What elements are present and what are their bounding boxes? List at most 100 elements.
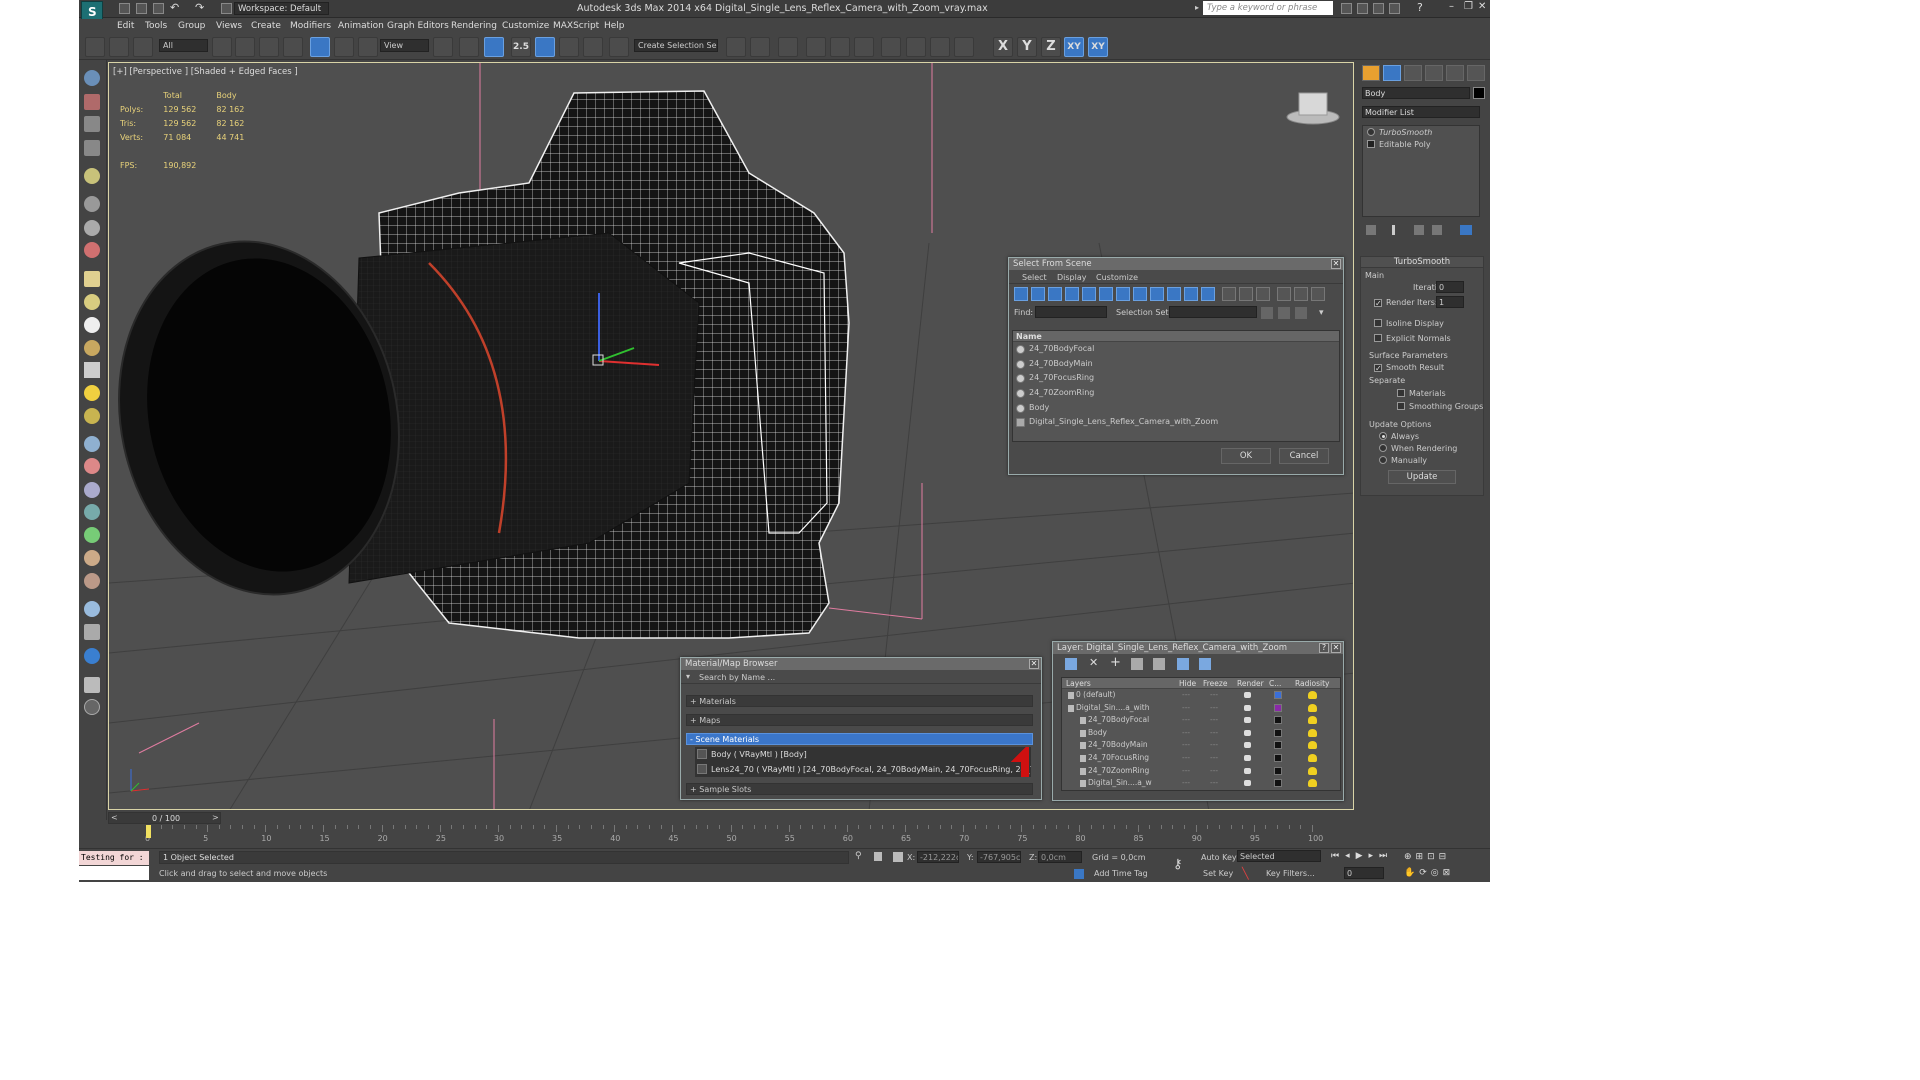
- maxscript-listener[interactable]: Testing for :: [79, 851, 149, 865]
- select-manipulate-icon[interactable]: [459, 37, 479, 57]
- toggle-ribbon-icon[interactable]: [806, 37, 826, 57]
- save-file-icon[interactable]: [153, 3, 164, 14]
- isolate-icon[interactable]: ⚲: [855, 851, 862, 861]
- container-icon[interactable]: [84, 70, 100, 86]
- set-key-button[interactable]: Set Key: [1203, 869, 1233, 878]
- layer-color-swatch[interactable]: [1274, 779, 1282, 788]
- column-chooser-icon[interactable]: [1311, 287, 1325, 301]
- audio-icon[interactable]: [84, 220, 100, 236]
- time-slider-marker[interactable]: [146, 825, 151, 838]
- list-item[interactable]: 24_70ZoomRing: [1013, 386, 1339, 401]
- update-when-rendering-radio[interactable]: When Rendering: [1379, 444, 1457, 453]
- help-icon[interactable]: ?: [1417, 1, 1423, 14]
- radiosity-icon[interactable]: [1308, 691, 1317, 699]
- edit-named-sets-icon[interactable]: [609, 37, 629, 57]
- layer-help-icon[interactable]: ?: [1319, 643, 1329, 653]
- motion-tab-icon[interactable]: [1425, 65, 1443, 81]
- create-tab-icon[interactable]: [1362, 65, 1380, 81]
- display-helpers-icon[interactable]: [1082, 287, 1096, 301]
- hide-toggle[interactable]: ---: [1182, 739, 1190, 751]
- mirror-icon[interactable]: [726, 37, 746, 57]
- restore-icon[interactable]: ❐: [1464, 1, 1473, 12]
- bind-spacewarp-icon[interactable]: [133, 37, 153, 57]
- project-folder-icon[interactable]: [221, 3, 232, 14]
- named-selection-dropdown[interactable]: Create Selection Se: [634, 39, 718, 52]
- box-icon[interactable]: [84, 271, 100, 287]
- select-objects-in-layer-icon[interactable]: [1131, 658, 1143, 670]
- filter-icon[interactable]: [1277, 287, 1291, 301]
- z-coordinate[interactable]: 0,0cm: [1038, 851, 1082, 863]
- iterations-spinner[interactable]: 0: [1436, 281, 1464, 293]
- freeze-unfreeze-all-icon[interactable]: [1199, 658, 1211, 670]
- schematic-view-icon[interactable]: [854, 37, 874, 57]
- cancel-button[interactable]: Cancel: [1279, 448, 1329, 464]
- col-freeze[interactable]: Freeze: [1203, 678, 1227, 689]
- col-hide[interactable]: Hide: [1179, 678, 1196, 689]
- show-end-result-icon[interactable]: [1392, 225, 1395, 235]
- update-always-radio[interactable]: Always: [1379, 432, 1419, 441]
- col-render[interactable]: Render: [1237, 678, 1264, 689]
- display-hidden-icon[interactable]: [1201, 287, 1215, 301]
- hide-toggle[interactable]: ---: [1182, 714, 1190, 726]
- list-item[interactable]: 24_70BodyMain: [1013, 357, 1339, 372]
- time-tag-icon[interactable]: [1074, 869, 1084, 879]
- x-coordinate[interactable]: -212,222cm: [917, 851, 959, 863]
- sfs-menu-customize[interactable]: Customize: [1096, 273, 1138, 282]
- list-item[interactable]: 24_70FocusRing: [1013, 371, 1339, 386]
- render-teapot-icon[interactable]: [1244, 754, 1251, 761]
- display-spacewarps-icon[interactable]: [1099, 287, 1113, 301]
- material-search-input[interactable]: Search by Name ...: [699, 673, 775, 682]
- key-filters-button[interactable]: Key Filters...: [1266, 869, 1315, 878]
- camera-icon[interactable]: [84, 196, 100, 212]
- delete-layer-icon[interactable]: ✕: [1089, 656, 1098, 669]
- layer-explorer-icon[interactable]: [778, 37, 798, 57]
- percent-snap-icon[interactable]: [559, 37, 579, 57]
- star-icon[interactable]: [1389, 3, 1400, 14]
- render-iters-checkbox[interactable]: ✓ Render Iters:: [1374, 298, 1438, 308]
- highlight-selected-icon[interactable]: [1153, 658, 1165, 670]
- create-layer-icon[interactable]: [1065, 658, 1077, 670]
- layer-row[interactable]: Digital_Sin....a_w --- ---: [1062, 777, 1340, 790]
- turbosmooth-rollout-title[interactable]: TurboSmooth: [1361, 257, 1483, 268]
- menu-rendering[interactable]: Rendering: [451, 21, 497, 31]
- material-editor-icon[interactable]: [881, 37, 901, 57]
- particles-icon[interactable]: [84, 436, 100, 452]
- menu-edit[interactable]: Edit: [117, 21, 134, 31]
- object-color-swatch[interactable]: [1473, 87, 1485, 99]
- stack-item-editable-poly[interactable]: Editable Poly: [1367, 140, 1431, 149]
- hide-toggle[interactable]: ---: [1182, 689, 1190, 701]
- scene-explorer-icon[interactable]: [84, 94, 100, 110]
- community-icon[interactable]: [1357, 3, 1368, 14]
- teapot-icon[interactable]: [84, 408, 100, 424]
- pan-orbit-controls[interactable]: ✋⟳◎⊠: [1404, 868, 1454, 878]
- freeze-toggle[interactable]: ---: [1210, 689, 1218, 701]
- key-icon[interactable]: ⚷: [1173, 857, 1183, 872]
- dialog-close-icon[interactable]: ✕: [1331, 259, 1341, 269]
- layer-row[interactable]: 24_70FocusRing --- ---: [1062, 752, 1340, 765]
- utilities-tab-icon[interactable]: [1467, 65, 1485, 81]
- menu-animation[interactable]: Animation: [338, 21, 384, 31]
- layer-color-swatch[interactable]: [1274, 728, 1282, 737]
- layer-color-swatch[interactable]: [1274, 716, 1282, 725]
- remove-modifier-icon[interactable]: [1432, 225, 1442, 235]
- col-radiosity[interactable]: Radiosity: [1295, 678, 1329, 689]
- radiosity-icon[interactable]: [1308, 716, 1317, 725]
- hide-toggle[interactable]: ---: [1182, 702, 1190, 714]
- menu-create[interactable]: Create: [251, 21, 281, 31]
- cone-icon[interactable]: [84, 362, 100, 378]
- rendered-frame-icon[interactable]: [930, 37, 950, 57]
- minimize-icon[interactable]: –: [1449, 1, 1454, 12]
- material-row[interactable]: Body ( VRayMtl ) [Body]: [695, 747, 1031, 762]
- radiosity-icon[interactable]: [1308, 753, 1317, 762]
- material-row[interactable]: Lens24_70 ( VRayMtl ) [24_70BodyFocal, 2…: [695, 762, 1031, 777]
- angle-snap-icon[interactable]: [535, 37, 555, 57]
- freeze-toggle[interactable]: ---: [1210, 765, 1218, 777]
- render-teapot-icon[interactable]: [1244, 767, 1251, 774]
- display-frozen-icon[interactable]: [1184, 287, 1198, 301]
- render-teapot-icon[interactable]: [1244, 729, 1251, 736]
- stack-item-turbosmooth[interactable]: TurboSmooth: [1367, 128, 1432, 137]
- selection-filter-dropdown[interactable]: All: [159, 39, 208, 52]
- sample-slots-group[interactable]: + Sample Slots: [686, 783, 1033, 795]
- sun-icon[interactable]: [84, 385, 100, 401]
- filter-settings-icon[interactable]: [1294, 287, 1308, 301]
